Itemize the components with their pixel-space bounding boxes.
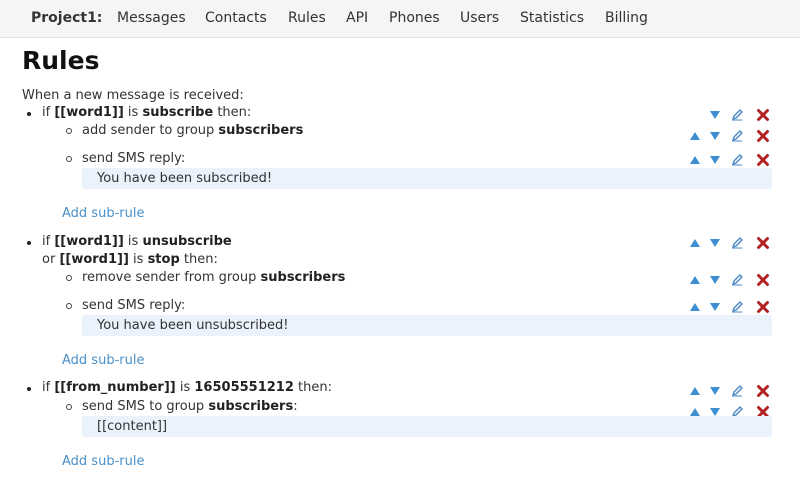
nav-phones[interactable]: Phones bbox=[389, 10, 440, 26]
nav-messages[interactable]: Messages bbox=[117, 10, 186, 26]
arrow-down-icon[interactable] bbox=[708, 300, 722, 314]
rule-action: send SMS reply: bbox=[82, 298, 185, 313]
nav-rules[interactable]: Rules bbox=[288, 10, 326, 26]
arrow-up-icon[interactable] bbox=[688, 236, 702, 250]
arrow-up-icon[interactable] bbox=[688, 300, 702, 314]
action-text: add sender to group bbox=[82, 123, 219, 138]
add-sub-rule-link[interactable]: Add sub-rule bbox=[62, 454, 144, 469]
rule-action: add sender to group subscribers bbox=[82, 123, 303, 138]
action-group: subscribers bbox=[260, 270, 346, 285]
sms-reply-box: You have been subscribed! bbox=[82, 168, 772, 189]
add-sub-rule-link[interactable]: Add sub-rule bbox=[62, 353, 144, 368]
rule-condition: if [[from_number]] is 16505551212 then: bbox=[42, 380, 332, 395]
arrow-down-icon[interactable] bbox=[708, 153, 722, 167]
action-group: subscribers bbox=[208, 399, 294, 414]
condition-prefix: if bbox=[42, 105, 55, 120]
arrow-up-icon[interactable] bbox=[688, 384, 702, 398]
delete-x-icon[interactable] bbox=[756, 129, 770, 143]
sms-content-box: [[content]] bbox=[82, 416, 772, 437]
action-text: send SMS reply: bbox=[82, 298, 186, 313]
delete-x-icon[interactable] bbox=[756, 153, 770, 167]
action-text: remove sender from group bbox=[82, 270, 261, 285]
delete-x-icon[interactable] bbox=[756, 384, 770, 398]
top-navbar: Project1: Messages Contacts Rules API Ph… bbox=[0, 0, 800, 38]
rule-condition: if [[word1]] is unsubscribe bbox=[42, 234, 232, 249]
project-brand[interactable]: Project1: bbox=[31, 10, 102, 26]
rule-action: send SMS to group subscribers: bbox=[82, 399, 298, 414]
condition-prefix: if bbox=[42, 380, 55, 395]
delete-x-icon[interactable] bbox=[756, 236, 770, 250]
arrow-down-icon[interactable] bbox=[708, 129, 722, 143]
pencil-icon[interactable] bbox=[730, 300, 744, 314]
sms-reply-box: You have been unsubscribed! bbox=[82, 315, 772, 336]
pencil-icon[interactable] bbox=[730, 384, 744, 398]
condition-variable: [[word1]] bbox=[59, 252, 129, 267]
nav-contacts[interactable]: Contacts bbox=[205, 10, 267, 26]
action-group: subscribers bbox=[218, 123, 304, 138]
arrow-up-icon[interactable] bbox=[688, 273, 702, 287]
rule-condition: if [[word1]] is subscribe then: bbox=[42, 105, 251, 120]
sub-bullet bbox=[66, 404, 72, 410]
pencil-icon[interactable] bbox=[730, 108, 744, 122]
arrow-up-icon[interactable] bbox=[688, 153, 702, 167]
condition-prefix: or bbox=[42, 252, 60, 267]
pencil-icon[interactable] bbox=[730, 153, 744, 167]
condition-suffix: then: bbox=[179, 252, 218, 267]
condition-variable: [[word1]] bbox=[54, 234, 124, 249]
condition-operator: is bbox=[128, 252, 148, 267]
pencil-icon[interactable] bbox=[730, 273, 744, 287]
add-sub-rule-link[interactable]: Add sub-rule bbox=[62, 206, 144, 221]
condition-value: 16505551212 bbox=[194, 380, 294, 395]
bullet bbox=[27, 387, 31, 391]
condition-operator: is bbox=[123, 105, 143, 120]
condition-variable: [[word1]] bbox=[54, 105, 124, 120]
arrow-up-icon[interactable] bbox=[688, 129, 702, 143]
condition-suffix: then: bbox=[213, 105, 252, 120]
condition-prefix: if bbox=[42, 234, 55, 249]
sms-reply-text: You have been subscribed! bbox=[97, 171, 273, 186]
action-text: send SMS reply: bbox=[82, 151, 186, 166]
action-suffix: : bbox=[293, 399, 298, 414]
page-title: Rules bbox=[22, 46, 100, 75]
sub-bullet bbox=[66, 156, 72, 162]
rules-intro: When a new message is received: bbox=[22, 88, 244, 103]
condition-operator: is bbox=[175, 380, 195, 395]
sub-bullet bbox=[66, 128, 72, 134]
pencil-icon[interactable] bbox=[730, 129, 744, 143]
nav-users[interactable]: Users bbox=[460, 10, 499, 26]
delete-x-icon[interactable] bbox=[756, 300, 770, 314]
arrow-down-icon[interactable] bbox=[708, 273, 722, 287]
delete-x-icon[interactable] bbox=[756, 273, 770, 287]
condition-value: subscribe bbox=[142, 105, 214, 120]
nav-statistics[interactable]: Statistics bbox=[520, 10, 584, 26]
bullet bbox=[27, 241, 31, 245]
sms-reply-text: You have been unsubscribed! bbox=[97, 318, 289, 333]
sub-bullet bbox=[66, 275, 72, 281]
action-text: send SMS to group bbox=[82, 399, 209, 414]
condition-suffix: then: bbox=[293, 380, 332, 395]
nav-api[interactable]: API bbox=[346, 10, 368, 26]
condition-operator: is bbox=[123, 234, 143, 249]
arrow-down-icon[interactable] bbox=[708, 108, 722, 122]
rule-action: send SMS reply: bbox=[82, 151, 185, 166]
arrow-down-icon[interactable] bbox=[708, 236, 722, 250]
nav-billing[interactable]: Billing bbox=[605, 10, 648, 26]
pencil-icon[interactable] bbox=[730, 236, 744, 250]
sms-content-text: [[content]] bbox=[97, 419, 168, 434]
bullet bbox=[27, 112, 31, 116]
arrow-down-icon[interactable] bbox=[708, 384, 722, 398]
condition-value: unsubscribe bbox=[142, 234, 232, 249]
rule-action: remove sender from group subscribers bbox=[82, 270, 345, 285]
rule-condition-or: or [[word1]] is stop then: bbox=[42, 252, 218, 267]
condition-variable: [[from_number]] bbox=[54, 380, 176, 395]
delete-x-icon[interactable] bbox=[756, 108, 770, 122]
condition-value: stop bbox=[147, 252, 180, 267]
sub-bullet bbox=[66, 303, 72, 309]
